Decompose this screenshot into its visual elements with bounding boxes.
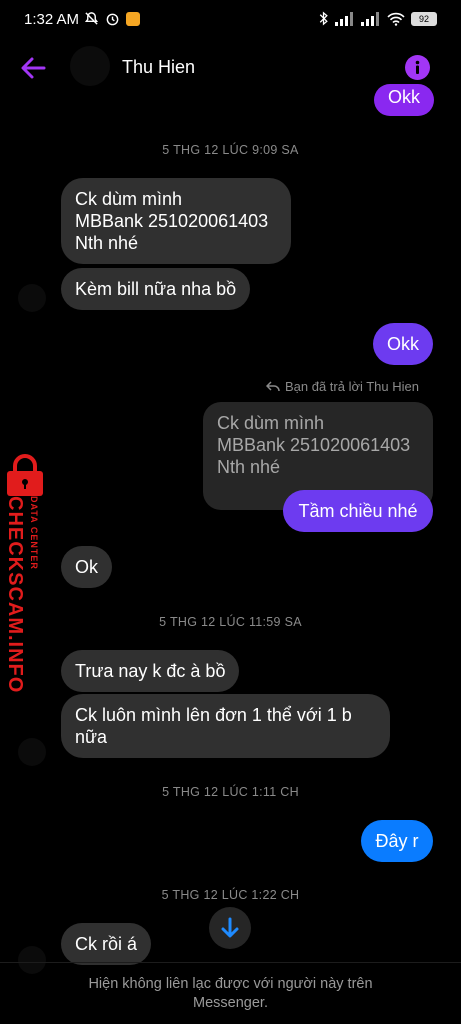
battery-indicator: 92 xyxy=(411,11,437,26)
lock-icon xyxy=(7,454,43,496)
watermark-sub: DATA CENTER xyxy=(29,496,39,570)
notice-line: Messenger. xyxy=(193,995,268,1011)
info-icon[interactable] xyxy=(405,55,430,80)
mute-bell-icon xyxy=(84,12,99,25)
timestamp: 5 THG 12 LÚC 9:09 SA xyxy=(162,143,299,157)
reply-note-text: Bạn đã trả lời Thu Hien xyxy=(284,379,419,394)
message-bubble-incoming[interactable]: Ok xyxy=(61,546,113,588)
page-title[interactable]: Thu Hien xyxy=(122,57,195,78)
message-bubble-outgoing[interactable]: Okk xyxy=(374,84,435,116)
message-text: nữa xyxy=(75,727,108,747)
timestamp: 5 THG 12 LÚC 11:59 SA xyxy=(159,615,302,629)
arrow-down-icon xyxy=(221,917,239,938)
status-left-icons xyxy=(84,11,140,26)
notification-app-icon xyxy=(126,11,140,26)
message-text: Ck dùm mình xyxy=(75,189,183,209)
message-text: Nth nhé xyxy=(75,233,139,253)
unavailable-notice: Hiện không liên lạc được với người này t… xyxy=(0,962,461,1024)
message-text: Ck luôn mình lên đơn 1 thể với 1 b xyxy=(75,705,352,725)
quoted-text: Nth nhé xyxy=(217,457,281,477)
message-bubble-incoming[interactable]: Ck rồi á xyxy=(61,923,152,965)
avatar[interactable] xyxy=(18,284,46,312)
reply-note: Bạn đã trả lời Thu Hien xyxy=(265,379,419,394)
notice-line: Hiện không liên lạc được với người này t… xyxy=(88,976,373,992)
message-bubble-outgoing[interactable]: Okk xyxy=(373,323,433,365)
watermark-main: CHECKSCAM.INFO xyxy=(4,496,26,694)
reply-icon xyxy=(265,381,280,392)
status-bar: 1:32 AM 92 xyxy=(0,0,461,40)
avatar[interactable] xyxy=(18,738,46,766)
avatar[interactable] xyxy=(70,46,110,86)
timestamp: 5 THG 12 LÚC 1:22 CH xyxy=(161,888,300,902)
message-text: MBBank 251020061403 xyxy=(75,211,269,231)
message-text: Kèm bill nữa nha bồ xyxy=(75,279,237,299)
quoted-text: Ck dùm mình xyxy=(217,413,325,433)
message-text: Tầm chiều nhé xyxy=(298,501,418,521)
back-arrow-icon[interactable] xyxy=(18,54,48,82)
message-bubble-outgoing[interactable]: Tầm chiều nhé xyxy=(283,490,433,532)
message-bubble-outgoing[interactable]: Đây r xyxy=(361,820,433,862)
message-bubble-incoming[interactable]: Trưa nay k đc à bồ xyxy=(61,650,240,692)
bluetooth-icon xyxy=(319,11,328,26)
scroll-to-bottom-button[interactable] xyxy=(209,907,251,949)
message-text: Đây r xyxy=(375,831,419,851)
message-text: Ck rồi á xyxy=(75,934,138,954)
status-right-icons: 92 xyxy=(319,11,437,26)
notice-text: Hiện không liên lạc được với người này t… xyxy=(40,975,421,1013)
message-text: Okk xyxy=(386,334,419,354)
alarm-icon xyxy=(106,13,119,26)
message-bubble-incoming[interactable]: Kèm bill nữa nha bồ xyxy=(61,268,251,310)
message-text: Trưa nay k đc à bồ xyxy=(75,661,226,681)
signal-icon xyxy=(335,11,353,26)
message-text: Ok xyxy=(75,557,99,577)
message-bubble-incoming[interactable]: Ck luôn mình lên đơn 1 thể với 1 b nữa xyxy=(61,694,390,758)
wifi-icon xyxy=(387,12,405,26)
timestamp: 5 THG 12 LÚC 1:11 CH xyxy=(162,785,299,799)
signal-icon-2 xyxy=(361,11,379,26)
message-text: Okk xyxy=(388,87,421,107)
status-time: 1:32 AM xyxy=(24,11,80,28)
message-bubble-incoming[interactable]: Ck dùm mình MBBank 251020061403 Nth nhé xyxy=(61,178,291,264)
quoted-text: MBBank 251020061403 xyxy=(217,435,411,455)
